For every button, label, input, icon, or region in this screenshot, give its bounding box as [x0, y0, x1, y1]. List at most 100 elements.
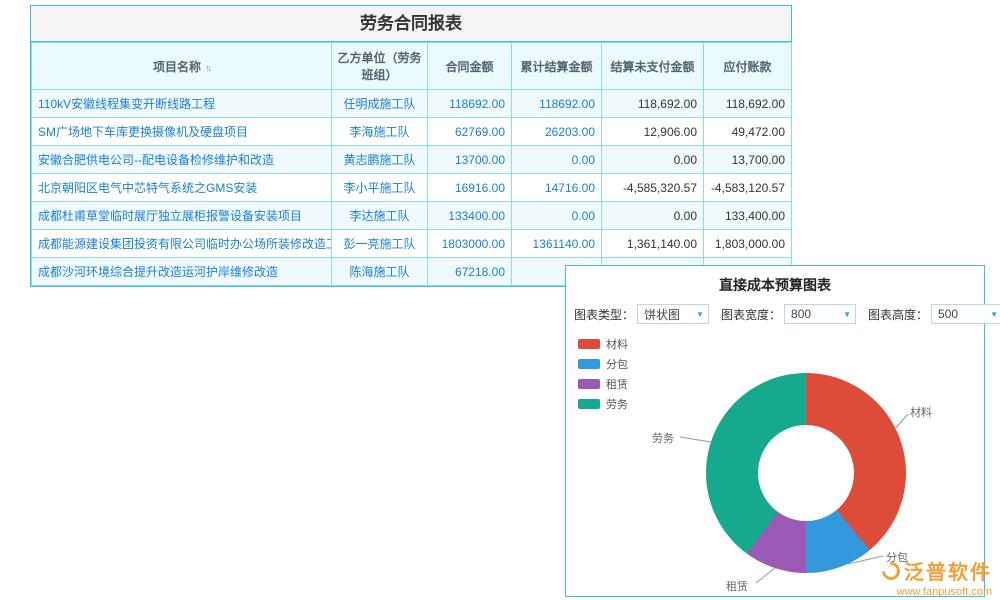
report-table-body: 110kV安徽线程集变开断线路工程任明成施工队118692.00118692.0… — [32, 90, 792, 286]
column-header[interactable]: 结算未支付金额 — [602, 43, 704, 90]
column-header[interactable]: 乙方单位（劳务班组） — [332, 43, 428, 90]
chart-type-control: 图表类型： 饼状图 ▼ — [574, 304, 709, 324]
column-header-label: 合同金额 — [445, 60, 493, 74]
unpaid-amount: 1,361,140.00 — [602, 230, 704, 258]
payable-amount: 118,692.00 — [704, 90, 792, 118]
payable-amount: 13,700.00 — [704, 146, 792, 174]
chart-title: 直接成本预算图表 — [566, 266, 984, 302]
watermark-url: www.fanpusoft.com — [882, 586, 992, 598]
payable-amount: 1,803,000.00 — [704, 230, 792, 258]
payable-amount: 133,400.00 — [704, 202, 792, 230]
column-header-label: 累计结算金额 — [520, 60, 592, 74]
cost-budget-chart-panel: 直接成本预算图表 图表类型： 饼状图 ▼ 图表宽度： 800 ▼ 图表高度： 5… — [565, 265, 985, 597]
project-name-link[interactable]: 安徽合肥供电公司--配电设备检修维护和改造 — [32, 146, 332, 174]
chevron-down-icon: ▼ — [696, 310, 704, 319]
unpaid-amount: 12,906.00 — [602, 118, 704, 146]
column-header-label: 乙方单位（劳务班组） — [337, 51, 421, 82]
chart-height-select[interactable]: 500 ▼ — [931, 304, 1000, 324]
report-head-row: 项目名称 ↑↓ 乙方单位（劳务班组） 合同金额 累计结算金额 结算未支付金额 应付账款 — [32, 43, 792, 90]
legend-label: 材料 — [606, 336, 628, 352]
chart-height-label: 图表高度： — [868, 306, 928, 323]
contract-amount: 133400.00 — [428, 202, 512, 230]
settled-amount: 0.00 — [512, 146, 602, 174]
legend-swatch-icon — [578, 359, 600, 369]
settled-amount: 26203.00 — [512, 118, 602, 146]
chart-width-control: 图表宽度： 800 ▼ — [721, 304, 856, 324]
settled-amount: 1361140.00 — [512, 230, 602, 258]
chart-width-select[interactable]: 800 ▼ — [784, 304, 856, 324]
chart-width-value: 800 — [791, 307, 811, 321]
report-table: 项目名称 ↑↓ 乙方单位（劳务班组） 合同金额 累计结算金额 结算未支付金额 应付账款 11… — [31, 42, 792, 286]
settled-amount: 14716.00 — [512, 174, 602, 202]
legend-swatch-icon — [578, 399, 600, 409]
column-header[interactable]: 合同金额 — [428, 43, 512, 90]
contract-amount: 62769.00 — [428, 118, 512, 146]
chart-type-value: 饼状图 — [644, 306, 680, 323]
unit-link[interactable]: 李小平施工队 — [332, 174, 428, 202]
contract-amount: 13700.00 — [428, 146, 512, 174]
project-name-link[interactable]: 110kV安徽线程集变开断线路工程 — [32, 90, 332, 118]
column-header[interactable]: 应付账款 — [704, 43, 792, 90]
watermark-brand: 泛普软件 — [904, 556, 992, 585]
payable-amount: 49,472.00 — [704, 118, 792, 146]
legend-item[interactable]: 分包 — [578, 356, 628, 372]
unpaid-amount: -4,585,320.57 — [602, 174, 704, 202]
unpaid-amount: 0.00 — [602, 146, 704, 174]
unit-link[interactable]: 李海施工队 — [332, 118, 428, 146]
settled-amount: 118692.00 — [512, 90, 602, 118]
table-row: 北京朝阳区电气中芯特气系统之GMS安装李小平施工队16916.0014716.0… — [32, 174, 792, 202]
project-name-link[interactable]: 成都沙河环境综合提升改造运河护岸维修改造 — [32, 258, 332, 286]
sort-icon[interactable]: ↑↓ — [205, 63, 210, 73]
chevron-down-icon: ▼ — [990, 310, 998, 319]
table-row: 安徽合肥供电公司--配电设备检修维护和改造黄志鹏施工队13700.000.000… — [32, 146, 792, 174]
chart-type-label: 图表类型： — [574, 306, 634, 323]
legend-swatch-icon — [578, 339, 600, 349]
chart-height-value: 500 — [938, 307, 958, 321]
project-name-link[interactable]: SM广场地下车库更换摄像机及硬盘项目 — [32, 118, 332, 146]
column-header[interactable]: 累计结算金额 — [512, 43, 602, 90]
slice-label-material: 材料 — [910, 404, 932, 420]
project-name-link[interactable]: 成都能源建设集团投资有限公司临时办公场所装修改造工程EPC — [32, 230, 332, 258]
chart-width-label: 图表宽度： — [721, 306, 781, 323]
unit-link[interactable]: 任明成施工队 — [332, 90, 428, 118]
unit-link[interactable]: 彭一亮施工队 — [332, 230, 428, 258]
column-header-label: 应付账款 — [723, 60, 771, 74]
chart-height-control: 图表高度： 500 ▼ — [868, 304, 1000, 324]
chart-type-select[interactable]: 饼状图 ▼ — [637, 304, 709, 324]
unpaid-amount: 0.00 — [602, 202, 704, 230]
legend-swatch-icon — [578, 379, 600, 389]
table-row: SM广场地下车库更换摄像机及硬盘项目李海施工队62769.0026203.001… — [32, 118, 792, 146]
settled-amount: 0.00 — [512, 202, 602, 230]
table-row: 110kV安徽线程集变开断线路工程任明成施工队118692.00118692.0… — [32, 90, 792, 118]
unit-link[interactable]: 陈海施工队 — [332, 258, 428, 286]
donut-chart[interactable] — [706, 373, 906, 573]
payable-amount: -4,583,120.57 — [704, 174, 792, 202]
watermark: 泛普软件 www.fanpusoft.com — [882, 556, 992, 598]
slice-label-lease: 租赁 — [726, 578, 748, 594]
column-header[interactable]: 项目名称 ↑↓ — [32, 43, 332, 90]
table-row: 成都杜甫草堂临时展厅独立展柜报警设备安装项目李达施工队133400.000.00… — [32, 202, 792, 230]
unpaid-amount: 118,692.00 — [602, 90, 704, 118]
project-name-link[interactable]: 成都杜甫草堂临时展厅独立展柜报警设备安装项目 — [32, 202, 332, 230]
column-header-label: 结算未支付金额 — [610, 60, 694, 74]
unit-link[interactable]: 黄志鹏施工队 — [332, 146, 428, 174]
chart-legend: 材料分包租赁劳务 — [578, 336, 628, 416]
slice-label-labor: 劳务 — [652, 430, 674, 446]
legend-label: 劳务 — [606, 396, 628, 412]
contract-amount: 1803000.00 — [428, 230, 512, 258]
column-header-label: 项目名称 — [153, 60, 201, 74]
legend-item[interactable]: 租赁 — [578, 376, 628, 392]
unit-link[interactable]: 李达施工队 — [332, 202, 428, 230]
project-name-link[interactable]: 北京朝阳区电气中芯特气系统之GMS安装 — [32, 174, 332, 202]
labor-contract-report-panel: 劳务合同报表 项目名称↑↓乙方单位（劳务班组）合同金额累计结算金额结算未支付金额… — [30, 5, 792, 287]
chevron-down-icon: ▼ — [843, 310, 851, 319]
legend-item[interactable]: 劳务 — [578, 396, 628, 412]
contract-amount: 118692.00 — [428, 90, 512, 118]
legend-label: 租赁 — [606, 376, 628, 392]
legend-label: 分包 — [606, 356, 628, 372]
legend-item[interactable]: 材料 — [578, 336, 628, 352]
contract-amount: 16916.00 — [428, 174, 512, 202]
table-row: 成都能源建设集团投资有限公司临时办公场所装修改造工程EPC彭一亮施工队18030… — [32, 230, 792, 258]
contract-amount: 67218.00 — [428, 258, 512, 286]
chart-controls: 图表类型： 饼状图 ▼ 图表宽度： 800 ▼ 图表高度： 500 ▼ — [566, 302, 984, 330]
